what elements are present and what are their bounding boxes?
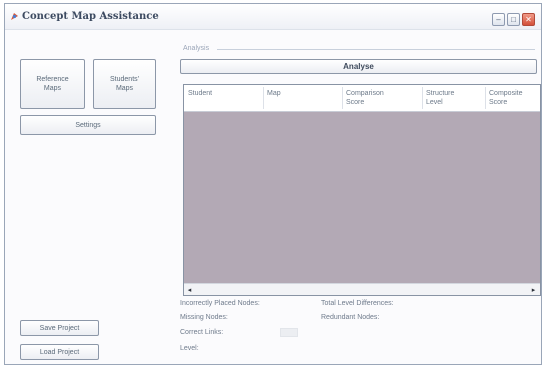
close-button[interactable]: ✕ xyxy=(522,13,535,26)
reference-maps-button[interactable]: Reference Maps xyxy=(20,59,85,109)
column-header-comparison-score[interactable]: Comparison Score xyxy=(346,89,384,107)
column-composite-label-line2: Score xyxy=(489,99,508,106)
horizontal-scrollbar[interactable]: ◂ ▸ xyxy=(184,283,540,295)
analyse-label: Analyse xyxy=(343,62,374,71)
maximize-button[interactable]: □ xyxy=(507,13,520,26)
window-title: Concept Map Assistance xyxy=(22,11,159,22)
column-header-structure-level[interactable]: Structure Level xyxy=(426,89,454,107)
redundant-nodes-label: Redundant Nodes: xyxy=(321,314,380,321)
column-divider xyxy=(485,87,486,109)
column-header-composite-score[interactable]: Composite Score xyxy=(489,89,522,107)
column-composite-label-line1: Composite xyxy=(489,90,523,97)
reference-maps-label-line1: Reference xyxy=(36,76,69,83)
total-level-differences-label: Total Level Differences: xyxy=(321,300,394,307)
column-structure-label-line1: Structure xyxy=(426,90,455,97)
grid-header: Student Map Comparison Score Structure L… xyxy=(184,85,540,112)
column-student-label: Student xyxy=(188,90,213,97)
students-maps-button[interactable]: Students' Maps xyxy=(93,59,156,109)
load-project-label: Load Project xyxy=(39,348,80,356)
column-comparison-label-line1: Comparison xyxy=(346,90,384,97)
column-structure-label-line2: Level xyxy=(426,99,443,106)
level-label: Level: xyxy=(180,345,199,352)
load-project-button[interactable]: Load Project xyxy=(20,344,99,360)
scroll-left-icon[interactable]: ◂ xyxy=(185,285,194,294)
column-divider xyxy=(422,87,423,109)
analysis-group-label: Analysis xyxy=(183,45,210,52)
results-grid[interactable]: Student Map Comparison Score Structure L… xyxy=(183,84,541,296)
column-divider xyxy=(342,87,343,109)
settings-button[interactable]: Settings xyxy=(20,115,156,135)
column-map-label: Map xyxy=(267,90,281,97)
minimize-button[interactable]: – xyxy=(492,13,505,26)
app-logo-icon xyxy=(11,13,18,20)
analyse-button[interactable]: Analyse xyxy=(180,59,537,74)
title-bar[interactable]: Concept Map Assistance – □ ✕ xyxy=(5,4,541,30)
column-header-student[interactable]: Student xyxy=(188,89,212,98)
students-maps-label-line2: Maps xyxy=(115,85,134,92)
column-divider xyxy=(263,87,264,109)
incorrectly-placed-nodes-label: Incorrectly Placed Nodes: xyxy=(180,300,260,307)
column-header-map[interactable]: Map xyxy=(267,89,281,98)
minimize-icon: – xyxy=(496,15,501,24)
correct-links-value-box xyxy=(280,328,298,337)
close-icon: ✕ xyxy=(525,15,532,24)
analysis-group-divider xyxy=(217,49,535,50)
save-project-button[interactable]: Save Project xyxy=(20,320,99,336)
students-maps-label-line1: Students' xyxy=(110,76,139,83)
missing-nodes-label: Missing Nodes: xyxy=(180,314,228,321)
save-project-label: Save Project xyxy=(39,324,80,332)
reference-maps-label-line2: Maps xyxy=(43,85,62,92)
settings-label: Settings xyxy=(75,121,101,129)
column-comparison-label-line2: Score xyxy=(346,99,365,106)
maximize-icon: □ xyxy=(511,15,516,24)
scroll-right-icon[interactable]: ▸ xyxy=(529,285,538,294)
main-window: Concept Map Assistance – □ ✕ Reference M… xyxy=(4,3,542,365)
correct-links-label: Correct Links: xyxy=(180,329,224,336)
